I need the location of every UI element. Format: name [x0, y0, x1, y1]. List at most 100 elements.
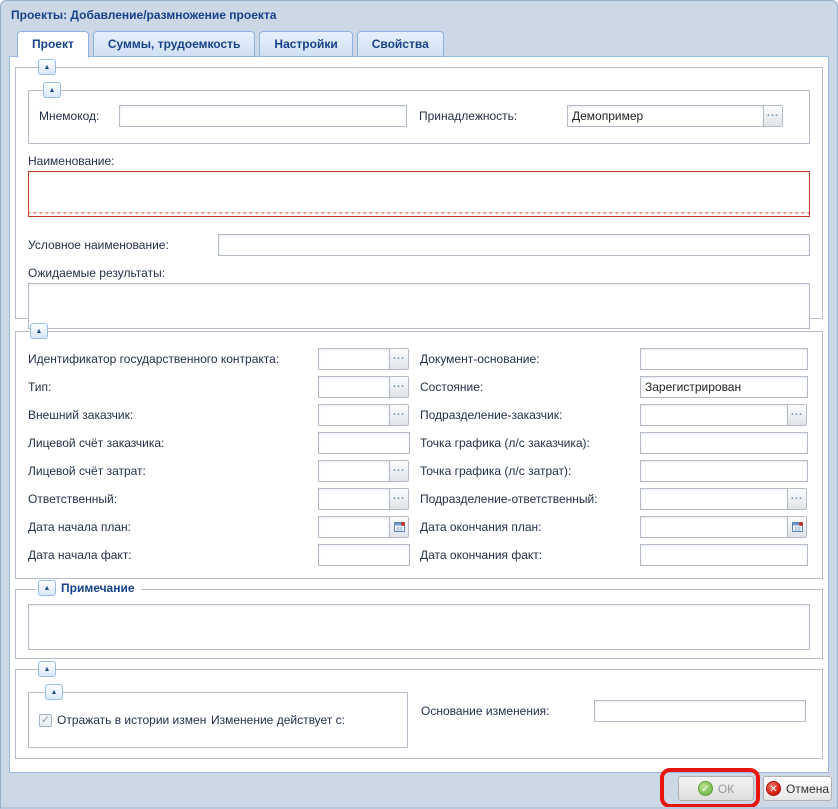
end-date-plan-input[interactable] — [640, 516, 788, 538]
ellipsis-icon: ... — [393, 462, 405, 474]
schedule-point-customer-label: Точка графика (л/с заказчика): — [420, 436, 640, 450]
cost-account-input[interactable] — [318, 460, 390, 482]
responsible-division-field: ... — [640, 488, 808, 510]
collapse-section-change-button[interactable]: ▲ — [38, 661, 56, 677]
expected-results-label: Ожидаемые результаты: — [28, 266, 810, 280]
ellipsis-icon: ... — [791, 490, 803, 502]
belonging-label: Принадлежность: — [419, 109, 567, 123]
form-row: Лицевой счёт заказчика: Точка графика (л… — [28, 432, 810, 454]
schedule-point-cost-input — [640, 460, 808, 482]
base-document-field — [640, 348, 808, 370]
end-date-plan-calendar-button[interactable] — [787, 516, 807, 538]
tab-content-panel: ▲ ▲ Мнемокод: Принадлежность: ... Наимен… — [9, 56, 829, 773]
form-row: Тип: ... Состояние: — [28, 376, 810, 398]
state-label: Состояние: — [420, 380, 640, 394]
note-textarea[interactable] — [28, 604, 810, 650]
state-field — [640, 376, 808, 398]
section-change: ▲ ▲ ✓ Отражать в истории изменений Измен… — [15, 669, 823, 759]
customer-account-field — [318, 432, 410, 454]
name-label: Наименование: — [28, 154, 810, 168]
base-document-label: Документ-основание: — [420, 352, 640, 366]
start-date-plan-input[interactable] — [318, 516, 390, 538]
collapse-icon: ▲ — [44, 585, 51, 592]
collapse-icon: ▲ — [51, 689, 58, 696]
responsible-input[interactable] — [318, 488, 390, 510]
external-customer-field: ... — [318, 404, 410, 426]
gov-contract-id-label: Идентификатор государственного контракта… — [28, 352, 318, 366]
type-lookup-button[interactable]: ... — [389, 376, 409, 398]
type-label: Тип: — [28, 380, 318, 394]
cost-account-field: ... — [318, 460, 410, 482]
external-customer-lookup-button[interactable]: ... — [389, 404, 409, 426]
calendar-icon — [791, 520, 804, 533]
responsible-lookup-button[interactable]: ... — [389, 488, 409, 510]
belonging-field: ... — [567, 105, 783, 127]
mnemo-label: Мнемокод: — [39, 109, 119, 123]
end-date-fact-label: Дата окончания факт: — [420, 548, 640, 562]
tab-sums-labor[interactable]: Суммы, трудоемкость — [93, 31, 256, 57]
history-checkbox[interactable]: ✓ — [39, 714, 52, 727]
customer-division-input[interactable] — [640, 404, 788, 426]
conditional-name-input[interactable] — [218, 234, 810, 256]
customer-account-label: Лицевой счёт заказчика: — [28, 436, 318, 450]
gov-contract-id-lookup-button[interactable]: ... — [389, 348, 409, 370]
ellipsis-icon: ... — [791, 406, 803, 418]
collapse-section-note-button[interactable]: ▲ — [38, 580, 56, 596]
collapse-section-details-button[interactable]: ▲ — [30, 323, 48, 339]
tab-project[interactable]: Проект — [17, 31, 89, 58]
external-customer-input[interactable] — [318, 404, 390, 426]
ok-check-icon: ✓ — [698, 781, 713, 796]
external-customer-label: Внешний заказчик: — [28, 408, 318, 422]
section-history: ▲ ✓ Отражать в истории изменений Изменен… — [28, 692, 408, 748]
end-date-plan-label: Дата окончания план: — [420, 520, 640, 534]
name-textarea[interactable] — [28, 171, 810, 217]
schedule-point-cost-label: Точка графика (л/с затрат): — [420, 464, 640, 478]
collapse-section-mnemo-button[interactable]: ▲ — [43, 82, 61, 98]
responsible-field: ... — [318, 488, 410, 510]
ellipsis-icon: ... — [393, 406, 405, 418]
form-row: Дата начала факт: Дата окончания факт: — [28, 544, 810, 566]
state-input — [640, 376, 808, 398]
customer-division-lookup-button[interactable]: ... — [787, 404, 807, 426]
change-reason-label: Основание изменения: — [421, 704, 594, 718]
customer-division-label: Подразделение-заказчик: — [420, 408, 640, 422]
collapse-section-main-button[interactable]: ▲ — [38, 59, 56, 75]
change-reason-input[interactable] — [594, 700, 806, 722]
collapse-section-history-button[interactable]: ▲ — [45, 684, 63, 700]
start-date-fact-input — [318, 544, 410, 566]
history-checkbox-label: Отражать в истории изменений — [57, 713, 207, 727]
form-row: Лицевой счёт затрат: ... Точка графика (… — [28, 460, 810, 482]
cancel-button-label: Отмена — [786, 782, 829, 796]
expected-results-textarea[interactable] — [28, 283, 810, 329]
start-date-plan-label: Дата начала план: — [28, 520, 318, 534]
cost-account-lookup-button[interactable]: ... — [389, 460, 409, 482]
schedule-point-customer-field — [640, 432, 808, 454]
cancel-button[interactable]: ✕ Отмена — [763, 776, 832, 801]
belonging-input[interactable] — [567, 105, 764, 127]
start-date-plan-field — [318, 516, 410, 538]
type-input[interactable] — [318, 376, 390, 398]
responsible-division-lookup-button[interactable]: ... — [787, 488, 807, 510]
base-document-input[interactable] — [640, 348, 808, 370]
tab-properties[interactable]: Свойства — [357, 31, 444, 57]
ok-button[interactable]: ✓ ОК — [678, 776, 754, 801]
dialog-window: Проекты: Добавление/размножение проекта … — [0, 0, 838, 809]
ok-button-label: ОК — [718, 782, 734, 796]
calendar-icon — [393, 520, 406, 533]
mnemo-input[interactable] — [119, 105, 407, 127]
end-date-fact-field — [640, 544, 808, 566]
responsible-division-input[interactable] — [640, 488, 788, 510]
ellipsis-icon: ... — [393, 490, 405, 502]
schedule-point-customer-input — [640, 432, 808, 454]
start-date-plan-calendar-button[interactable] — [389, 516, 409, 538]
gov-contract-id-input[interactable] — [318, 348, 390, 370]
tab-settings[interactable]: Настройки — [259, 31, 352, 57]
schedule-point-cost-field — [640, 460, 808, 482]
dialog-title: Проекты: Добавление/размножение проекта — [1, 1, 837, 29]
note-legend-label: Примечание — [61, 581, 135, 595]
ellipsis-icon: ... — [393, 378, 405, 390]
gov-contract-id-field: ... — [318, 348, 410, 370]
ellipsis-icon: ... — [393, 350, 405, 362]
section-details: ▲ Идентификатор государственного контрак… — [15, 331, 823, 579]
belonging-lookup-button[interactable]: ... — [763, 105, 783, 127]
